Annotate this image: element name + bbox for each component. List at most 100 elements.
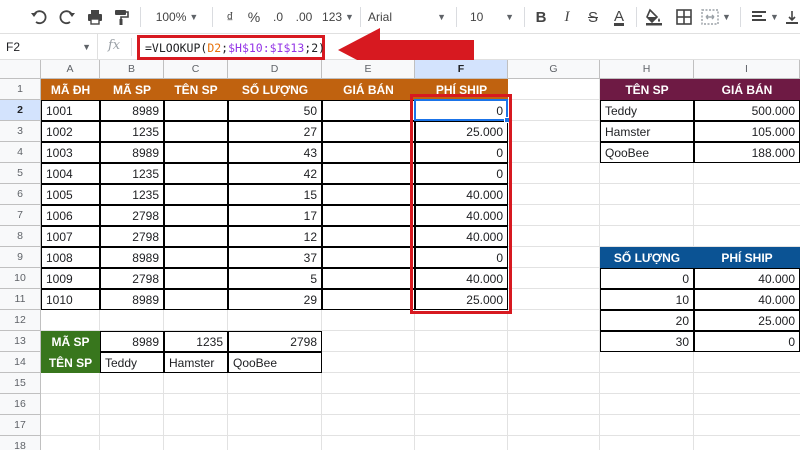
table-cell[interactable]: 25.000 xyxy=(415,289,508,310)
table-cell[interactable]: Teddy xyxy=(600,100,694,121)
table-cell[interactable] xyxy=(164,184,228,205)
table-cell[interactable] xyxy=(164,268,228,289)
table-cell[interactable] xyxy=(322,100,415,121)
table-cell[interactable]: 0 xyxy=(415,247,508,268)
strikethrough-button[interactable]: S xyxy=(582,0,604,34)
merge-cells-icon[interactable]: ▼ xyxy=(700,0,732,34)
table-cell[interactable] xyxy=(164,205,228,226)
zoom-select[interactable]: 100% ▼ xyxy=(148,0,206,34)
fill-color-icon[interactable] xyxy=(642,0,666,34)
row-header-10[interactable]: 10 xyxy=(0,268,41,289)
table-cell[interactable] xyxy=(322,163,415,184)
table-cell[interactable]: QooBee xyxy=(600,142,694,163)
redo-icon[interactable] xyxy=(56,0,78,34)
percent-format-button[interactable]: % xyxy=(244,0,264,34)
name-box[interactable]: F2 ▼ xyxy=(0,34,98,60)
table-cell[interactable]: 25.000 xyxy=(694,310,800,331)
table-cell[interactable]: 1009 xyxy=(41,268,100,289)
table-cell[interactable]: 8989 xyxy=(100,142,164,163)
table-cell[interactable] xyxy=(322,121,415,142)
table-cell[interactable]: 20 xyxy=(600,310,694,331)
table-cell[interactable] xyxy=(164,163,228,184)
table-cell[interactable] xyxy=(164,142,228,163)
table-cell[interactable]: 40.000 xyxy=(415,226,508,247)
table-cell[interactable]: 0 xyxy=(415,100,508,121)
ship-table-header[interactable]: PHÍ SHIP xyxy=(694,247,800,268)
table-cell[interactable]: 15 xyxy=(228,184,322,205)
table-cell[interactable]: 1008 xyxy=(41,247,100,268)
table-cell[interactable]: 1006 xyxy=(41,205,100,226)
table-cell[interactable] xyxy=(164,247,228,268)
table-cell[interactable]: 40.000 xyxy=(415,184,508,205)
row-header-9[interactable]: 9 xyxy=(0,247,41,268)
bold-button[interactable]: B xyxy=(530,0,552,34)
row-header-16[interactable]: 16 xyxy=(0,394,41,415)
table-cell[interactable]: 1001 xyxy=(41,100,100,121)
select-all-corner[interactable] xyxy=(0,60,41,79)
table-cell[interactable] xyxy=(322,184,415,205)
column-header-i[interactable]: I xyxy=(694,60,800,79)
table-cell[interactable]: 37 xyxy=(228,247,322,268)
table-cell[interactable]: 40.000 xyxy=(694,268,800,289)
table-cell[interactable]: 0 xyxy=(600,268,694,289)
fill-handle[interactable] xyxy=(504,117,510,123)
table-cell[interactable]: 5 xyxy=(228,268,322,289)
row-header-2[interactable]: 2 xyxy=(0,100,41,121)
table-cell[interactable]: QooBee xyxy=(228,352,322,373)
column-header-a[interactable]: A xyxy=(41,60,100,79)
lookup-header-ma-sp[interactable]: MÃ SP xyxy=(41,331,100,352)
row-header-15[interactable]: 15 xyxy=(0,373,41,394)
main-table-header[interactable]: PHÍ SHIP xyxy=(415,79,508,100)
table-cell[interactable] xyxy=(164,289,228,310)
print-icon[interactable] xyxy=(84,0,106,34)
table-cell[interactable]: 1007 xyxy=(41,226,100,247)
row-header-3[interactable]: 3 xyxy=(0,121,41,142)
table-cell[interactable]: 500.000 xyxy=(694,100,800,121)
table-cell[interactable]: 2798 xyxy=(100,205,164,226)
text-color-button[interactable]: A xyxy=(608,0,630,34)
row-header-6[interactable]: 6 xyxy=(0,184,41,205)
table-cell[interactable]: 10 xyxy=(600,289,694,310)
borders-icon[interactable] xyxy=(672,0,696,34)
table-cell[interactable]: 43 xyxy=(228,142,322,163)
undo-icon[interactable] xyxy=(28,0,50,34)
main-table-header[interactable]: MÃ ĐH xyxy=(41,79,100,100)
column-header-c[interactable]: C xyxy=(164,60,228,79)
horizontal-align-icon[interactable]: ▼ xyxy=(748,0,782,34)
table-cell[interactable]: 188.000 xyxy=(694,142,800,163)
table-cell[interactable]: 1235 xyxy=(100,163,164,184)
product-table-header[interactable]: TÊN SP xyxy=(600,79,694,100)
table-cell[interactable]: 105.000 xyxy=(694,121,800,142)
table-cell[interactable] xyxy=(322,205,415,226)
table-cell[interactable] xyxy=(322,289,415,310)
currency-format-button[interactable]: ₫ xyxy=(220,0,240,34)
table-cell[interactable]: 1002 xyxy=(41,121,100,142)
row-header-5[interactable]: 5 xyxy=(0,163,41,184)
row-header-13[interactable]: 13 xyxy=(0,331,41,352)
table-cell[interactable] xyxy=(164,121,228,142)
row-header-18[interactable]: 18 xyxy=(0,436,41,450)
table-cell[interactable]: Hamster xyxy=(164,352,228,373)
table-cell[interactable] xyxy=(322,142,415,163)
column-header-b[interactable]: B xyxy=(100,60,164,79)
table-cell[interactable]: Teddy xyxy=(100,352,164,373)
decrease-decimal-button[interactable]: .0 xyxy=(266,0,290,34)
table-cell[interactable]: Hamster xyxy=(600,121,694,142)
table-cell[interactable]: 40.000 xyxy=(415,205,508,226)
product-table-header[interactable]: GIÁ BÁN xyxy=(694,79,800,100)
vertical-align-icon[interactable] xyxy=(784,0,800,34)
table-cell[interactable] xyxy=(322,247,415,268)
table-cell[interactable]: 0 xyxy=(415,142,508,163)
ship-table-header[interactable]: SỐ LƯỢNG xyxy=(600,247,694,268)
row-header-8[interactable]: 8 xyxy=(0,226,41,247)
table-cell[interactable]: 40.000 xyxy=(415,268,508,289)
column-header-h[interactable]: H xyxy=(600,60,694,79)
table-cell[interactable]: 12 xyxy=(228,226,322,247)
increase-decimal-button[interactable]: .00 xyxy=(290,0,318,34)
table-cell[interactable]: 1010 xyxy=(41,289,100,310)
table-cell[interactable]: 2798 xyxy=(228,331,322,352)
spreadsheet-grid[interactable]: A B C D E F G H I 1 2 3 4 5 6 7 8 9 10 11 12 13 14 15 16 17 18 MÃ Đ… xyxy=(0,60,800,450)
row-header-7[interactable]: 7 xyxy=(0,205,41,226)
table-cell[interactable]: 8989 xyxy=(100,289,164,310)
table-cell[interactable]: 1004 xyxy=(41,163,100,184)
